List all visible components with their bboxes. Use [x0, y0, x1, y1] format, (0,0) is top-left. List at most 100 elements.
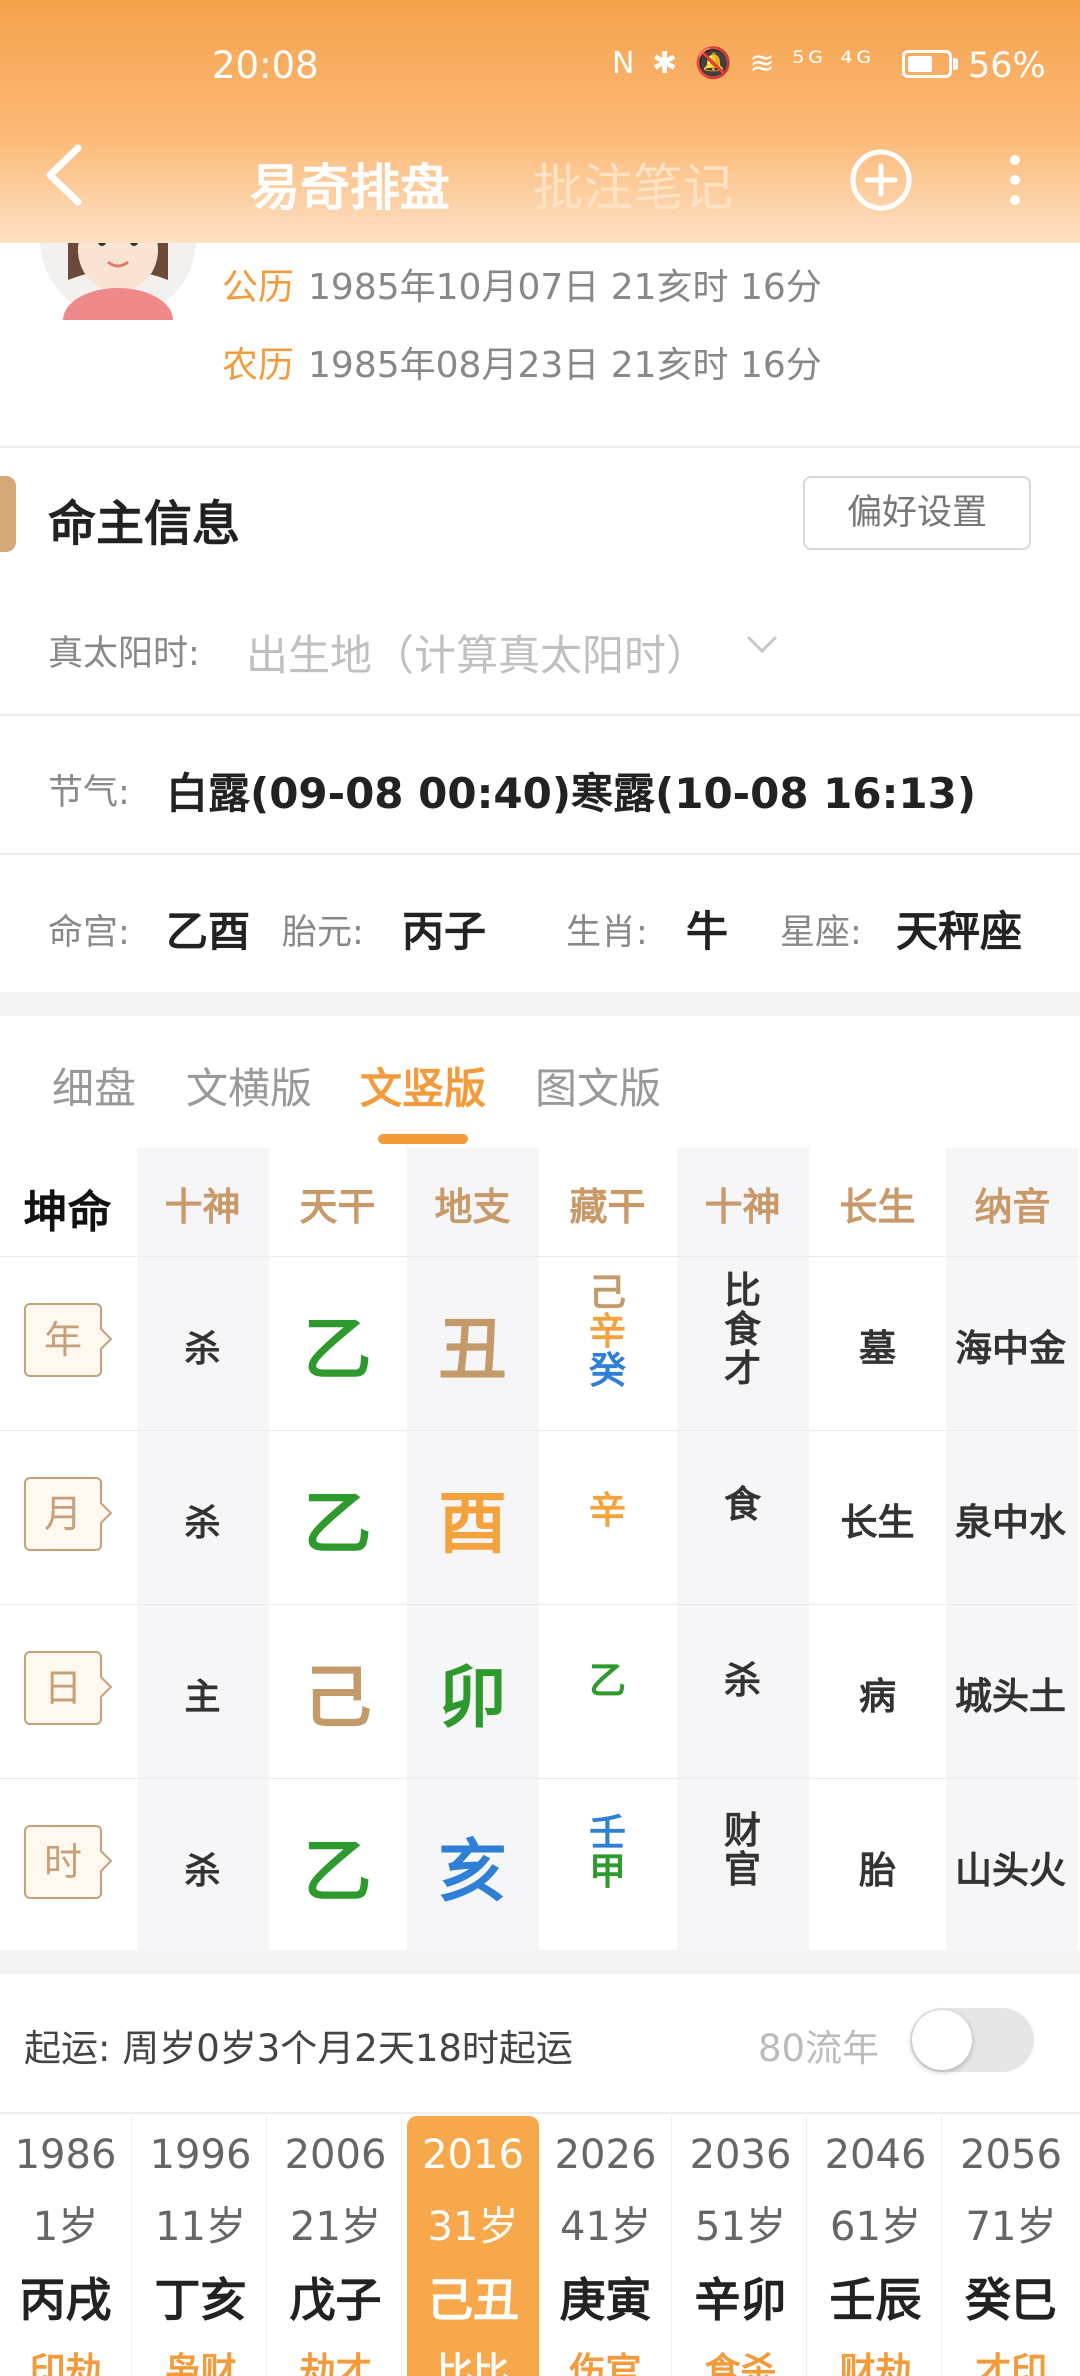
status-time: 20:08	[212, 44, 319, 87]
birthplace-placeholder: 出生地（计算真太阳时）	[246, 631, 709, 680]
dayun-year: 1986	[14, 2132, 117, 2178]
minggong-label: 命宫:	[48, 913, 130, 953]
tab-paipan[interactable]: 易奇排盘	[250, 148, 450, 220]
chevron-down-icon	[746, 635, 778, 654]
hidden-stem: 辛	[589, 1309, 626, 1353]
year-ten-god: 杀	[184, 1329, 221, 1370]
dayun-column[interactable]: 2056 71岁 癸巳 才印	[945, 2116, 1077, 2376]
dayun-column[interactable]: 2046 61岁 壬辰 财劫	[810, 2116, 942, 2376]
hidden-stem: 乙	[589, 1659, 626, 1702]
status-icons: N ✱ 🔕 ≋ ⁵ᴳ ⁴ᴳ	[612, 46, 876, 81]
pillar-day-button[interactable]: 日	[24, 1651, 102, 1725]
month-hidden-gods: 食	[675, 1483, 810, 1526]
more-button[interactable]	[1000, 150, 1030, 210]
dayun-gods: 枭财	[164, 2351, 237, 2376]
day-stem[interactable]: 己	[270, 1642, 405, 1741]
dayun-age: 21岁	[290, 2204, 381, 2250]
more-vertical-icon	[1010, 155, 1020, 205]
row-separator	[0, 1604, 1080, 1605]
month-life-stage: 长生	[840, 1501, 915, 1544]
chevron-left-icon	[46, 144, 82, 206]
day-nayin: 城头土	[955, 1675, 1066, 1718]
battery-percent: 56%	[968, 46, 1046, 86]
hidden-god: 财	[724, 1809, 761, 1852]
header-branch: 地支	[434, 1185, 511, 1229]
plus-circle-icon	[850, 149, 912, 211]
dayun-gods: 伤官	[569, 2351, 642, 2376]
day-life-stage: 病	[859, 1675, 896, 1718]
day-hidden-gods: 杀	[675, 1661, 810, 1701]
dayun-gods: 食杀	[704, 2351, 777, 2376]
add-button[interactable]	[849, 148, 913, 212]
lunar-date-row: 农历 1985年08月23日 21亥时 16分	[222, 336, 822, 388]
dayun-ganzhi: 庚寅	[559, 2273, 652, 2327]
back-button[interactable]	[40, 140, 90, 210]
dayun-column[interactable]: 1986 1岁 丙戌 印劫	[0, 2116, 132, 2376]
dayun-gods: 印劫	[29, 2351, 102, 2376]
app-header: 20:08 N ✱ 🔕 ≋ ⁵ᴳ ⁴ᴳ 56% 易奇排盘 批注笔记	[0, 0, 1080, 243]
year-branch[interactable]: 丑	[405, 1294, 540, 1393]
lunar-label: 农历	[222, 345, 295, 386]
divider	[0, 2112, 1080, 2114]
battery-icon	[902, 50, 952, 78]
pillar-hour-button[interactable]: 时	[24, 1825, 102, 1899]
header-stem: 天干	[299, 1185, 376, 1229]
header-nayin: 纳音	[974, 1185, 1051, 1229]
hour-branch[interactable]: 亥	[405, 1816, 540, 1915]
hour-stem[interactable]: 乙	[270, 1816, 405, 1915]
dayun-age: 61岁	[830, 2204, 921, 2250]
solar-time-label: 真太阳时:	[48, 634, 200, 674]
taiyuan-value: 丙子	[402, 907, 487, 956]
dayun-year: 2056	[960, 2132, 1062, 2178]
taiyuan-label: 胎元:	[282, 913, 364, 953]
section-accent-bar	[0, 476, 16, 552]
jieqi-value: 白露(09-08 00:40)寒露(10-08 16:13)	[166, 769, 977, 818]
dayun-column[interactable]: 1996 11岁 丁亥 枭财	[135, 2116, 267, 2376]
year-hidden-stems: 己 辛 癸	[540, 1273, 675, 1391]
month-stem[interactable]: 乙	[270, 1468, 405, 1567]
dayun-column-current[interactable]: 2016 31岁 己丑 比比	[407, 2116, 539, 2376]
minggong-value: 乙酉	[166, 907, 251, 956]
tab-detail[interactable]: 细盘	[52, 1055, 136, 1116]
divider	[0, 446, 1080, 448]
dayun-ganzhi: 丁亥	[154, 2273, 247, 2327]
month-branch[interactable]: 酉	[405, 1468, 540, 1567]
dayun-column[interactable]: 2026 41岁 庚寅 伤官	[540, 2116, 672, 2376]
day-branch[interactable]: 卯	[405, 1642, 540, 1741]
dayun-ganzhi: 丙戌	[19, 2273, 112, 2327]
tab-text-horizontal[interactable]: 文横版	[186, 1055, 312, 1116]
year-hidden-gods: 比 食 才	[675, 1271, 810, 1389]
dayun-age: 51岁	[695, 2204, 786, 2250]
dayun-column[interactable]: 2036 51岁 辛卯 食杀	[675, 2116, 807, 2376]
lunar-value: 1985年08月23日 21亥时 16分	[308, 345, 822, 386]
day-hidden-stems: 乙	[540, 1659, 675, 1702]
hidden-stem: 辛	[589, 1489, 626, 1532]
pillar-month-button[interactable]: 月	[24, 1477, 102, 1551]
shengxiao-value: 牛	[686, 907, 729, 956]
dayun-age: 41岁	[560, 2204, 651, 2250]
dayun-column[interactable]: 2006 21岁 戊子 劫才	[270, 2116, 402, 2376]
section-gap	[0, 992, 1080, 1016]
hour-ten-god: 杀	[184, 1851, 221, 1892]
liunian-toggle[interactable]	[910, 2008, 1034, 2072]
tab-notes[interactable]: 批注笔记	[533, 148, 733, 220]
preferences-button[interactable]: 偏好设置	[803, 476, 1031, 550]
hour-nayin: 山头火	[955, 1849, 1066, 1892]
dayun-gods: 才印	[974, 2351, 1047, 2376]
solar-label: 公历	[222, 267, 295, 308]
status-bar: 20:08 N ✱ 🔕 ≋ ⁵ᴳ ⁴ᴳ 56%	[0, 0, 1080, 130]
hidden-stem: 甲	[589, 1849, 626, 1893]
jieqi-label: 节气:	[48, 773, 130, 813]
tab-graphic[interactable]: 图文版	[535, 1055, 661, 1116]
hour-hidden-stems: 壬 甲	[540, 1813, 675, 1893]
pillar-year-button[interactable]: 年	[24, 1303, 102, 1377]
tab-text-vertical[interactable]: 文竖版	[360, 1055, 486, 1116]
year-stem[interactable]: 乙	[270, 1294, 405, 1393]
dayun-ganzhi: 壬辰	[829, 2273, 922, 2327]
header-ten-god: 十神	[164, 1185, 241, 1229]
hidden-god: 食	[724, 1483, 761, 1526]
bazi-chart: 坤命 十神 天干 地支 藏干 十神 长生 纳音 年 杀 乙 丑 己 辛 癸 比 …	[0, 1148, 1080, 1950]
dayun-ganzhi: 戊子	[289, 2273, 382, 2327]
hidden-god: 食	[724, 1307, 761, 1351]
year-nayin: 海中金	[955, 1327, 1066, 1370]
